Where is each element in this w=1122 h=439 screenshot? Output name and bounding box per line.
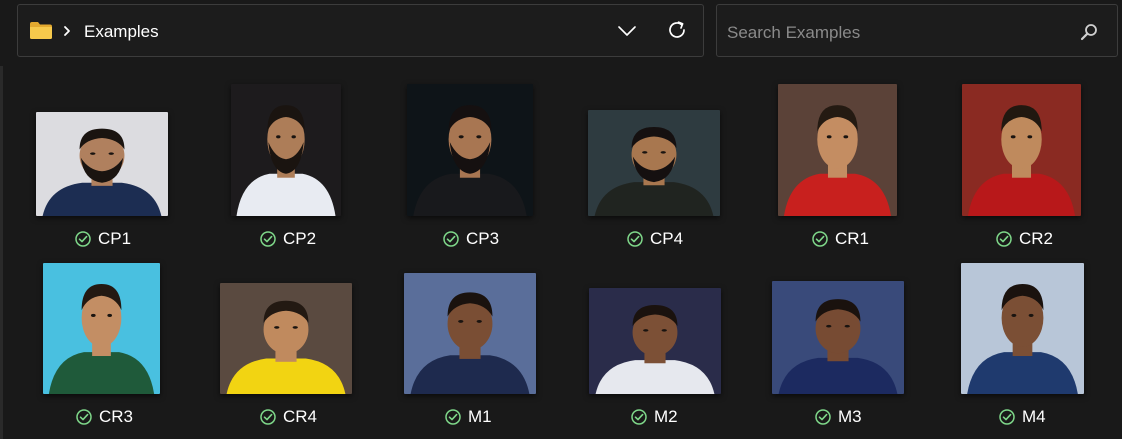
thumbnail-label: M3 — [838, 407, 862, 426]
thumbnail-caption: M1 — [445, 407, 492, 427]
thumbnail-label: CP1 — [98, 229, 132, 248]
thumbnail-label: CP3 — [466, 229, 500, 248]
thumbnail-label: CR2 — [1019, 229, 1054, 248]
thumbnail-label: CR3 — [99, 407, 134, 426]
thumbnail-image[interactable] — [407, 84, 533, 216]
sync-status-check-icon — [443, 231, 459, 247]
thumbnail-image[interactable] — [772, 281, 904, 394]
thumbnail-caption: CP4 — [627, 229, 683, 249]
thumbnail-image[interactable] — [961, 263, 1084, 394]
thumbnail-caption: CR2 — [996, 229, 1053, 249]
thumbnail-caption: CP1 — [75, 229, 131, 249]
thumbnail-label: CR4 — [283, 407, 318, 426]
thumbnail-caption: M4 — [999, 407, 1046, 427]
thumbnail-caption: CP3 — [443, 229, 499, 249]
sync-status-check-icon — [996, 231, 1012, 247]
sync-status-check-icon — [260, 409, 276, 425]
thumbnail-caption: CR3 — [76, 407, 133, 427]
thumbnail-image[interactable] — [588, 110, 720, 216]
thumbnail-image[interactable] — [220, 283, 352, 394]
thumbnail-image[interactable] — [231, 84, 341, 216]
thumbnail-image[interactable] — [962, 84, 1081, 216]
thumbnail-grid: CP1 CP2 CP3 CP4 CR1 CR2 CR3 CR4 M1 M2 M3 M4 — [0, 0, 1122, 439]
thumbnail-image[interactable] — [36, 112, 168, 216]
sync-status-check-icon — [999, 409, 1015, 425]
thumbnail-label: CR1 — [835, 229, 870, 248]
thumbnail-image[interactable] — [589, 288, 721, 394]
thumbnail-image[interactable] — [404, 273, 536, 394]
thumbnail-caption: CR1 — [812, 229, 869, 249]
thumbnail-label: M2 — [654, 407, 678, 426]
thumbnail-label: CP4 — [650, 229, 684, 248]
sync-status-check-icon — [445, 409, 461, 425]
sync-status-check-icon — [75, 231, 91, 247]
sync-status-check-icon — [260, 231, 276, 247]
sync-status-check-icon — [76, 409, 92, 425]
thumbnail-label: CP2 — [283, 229, 317, 248]
sync-status-check-icon — [815, 409, 831, 425]
thumbnail-image[interactable] — [778, 84, 897, 216]
thumbnail-label: M4 — [1022, 407, 1046, 426]
sync-status-check-icon — [812, 231, 828, 247]
thumbnail-label: M1 — [468, 407, 492, 426]
thumbnail-caption: CP2 — [260, 229, 316, 249]
thumbnail-caption: M3 — [815, 407, 862, 427]
sync-status-check-icon — [627, 231, 643, 247]
thumbnail-caption: CR4 — [260, 407, 317, 427]
thumbnail-image[interactable] — [43, 263, 160, 394]
sync-status-check-icon — [631, 409, 647, 425]
thumbnail-caption: M2 — [631, 407, 678, 427]
